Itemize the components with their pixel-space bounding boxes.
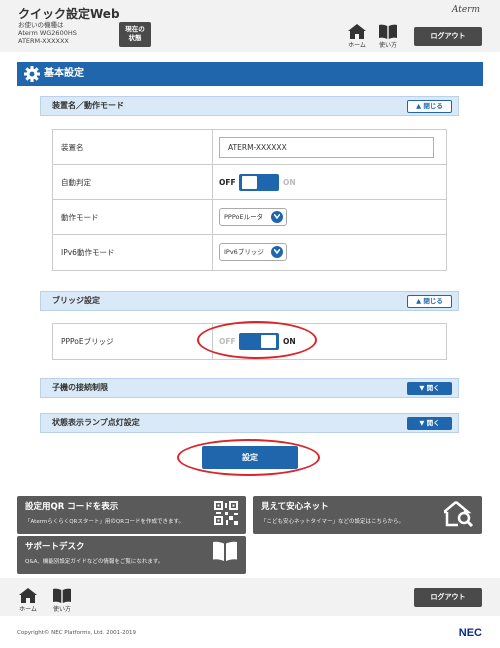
page-title: 基本設定: [44, 68, 84, 79]
qr-code-icon: [214, 501, 238, 525]
section-bridge-title: ブリッジ設定: [52, 296, 100, 305]
section-child-title: 子機の接続制限: [52, 383, 108, 392]
table-row: 自動判定 OFF ON: [53, 165, 446, 200]
highlight-circle: [177, 439, 320, 476]
qr-tile-desc: 「AtermらくらくQRスタート」用のQRコードを作成できます。: [25, 519, 184, 525]
chevron-down-icon: ▼: [419, 419, 425, 427]
auto-detect-on-label: ON: [283, 178, 296, 187]
device-caption: お使いの機種は: [18, 21, 64, 29]
auto-detect-toggle[interactable]: [239, 174, 279, 191]
header: クイック設定Web お使いの機種は Aterm WG2600HS ATERM-X…: [0, 0, 500, 52]
chevron-down-icon: [271, 246, 283, 258]
footer-bar: ホーム 使い方 ログアウト: [0, 578, 500, 616]
operation-mode-select[interactable]: PPPoEルータ: [219, 208, 287, 226]
home-icon: [19, 588, 37, 603]
footer-logout-button[interactable]: ログアウト: [414, 588, 482, 607]
section-lamp-title: 状態表示ランプ点灯設定: [52, 418, 140, 427]
qr-code-tile[interactable]: 設定用QR コードを表示 「AtermらくらくQRスタート」用のQRコードを作成…: [17, 496, 246, 534]
house-search-icon: [444, 501, 474, 527]
table-row: 装置名 ATERM-XXXXXX: [53, 130, 446, 165]
section-lamp: 状態表示ランプ点灯設定 ▼ 開く: [40, 413, 459, 433]
table-row: IPv6動作モード IPv6ブリッジ: [53, 235, 446, 270]
child-open-button[interactable]: ▼ 開く: [407, 382, 452, 395]
section-device-mode: 装置名／動作モード ▲ 閉じる: [40, 96, 459, 116]
operation-mode-label: 動作モード: [53, 200, 213, 234]
chevron-up-icon: ▲: [416, 297, 422, 305]
safe-tile-title: 見えて安心ネット: [261, 502, 329, 512]
book-icon: [53, 588, 71, 603]
bridge-close-button[interactable]: ▲ 閉じる: [407, 295, 452, 308]
copyright: Copyright© NEC Platforms, Ltd. 2001-2019: [17, 630, 137, 636]
support-tile-title: サポートデスク: [25, 542, 85, 552]
nec-logo: NEC: [458, 627, 482, 639]
auto-detect-off-label: OFF: [219, 178, 236, 187]
aterm-logo: Aterm: [451, 5, 480, 15]
ipv6-mode-label: IPv6動作モード: [53, 235, 213, 270]
footer-home-button[interactable]: ホーム: [15, 588, 41, 613]
device-settings-table: 装置名 ATERM-XXXXXX 自動判定 OFF ON 動作モード PPPoE…: [52, 129, 447, 271]
device-name: ATERM-XXXXXX: [18, 37, 69, 45]
safe-tile-desc: 「こども安心ネットタイマー」などの設定はこちらから。: [261, 519, 405, 525]
book-icon: [379, 24, 397, 39]
device-close-button[interactable]: ▲ 閉じる: [407, 100, 452, 113]
lamp-open-button[interactable]: ▼ 開く: [407, 417, 452, 430]
toggle-knob: [242, 176, 257, 189]
device-model: Aterm WG2600HS: [18, 29, 77, 37]
chevron-down-icon: [271, 211, 283, 223]
device-name-label: 装置名: [53, 130, 213, 164]
section-bridge: ブリッジ設定 ▲ 閉じる: [40, 291, 459, 311]
ipv6-mode-select[interactable]: IPv6ブリッジ: [219, 243, 287, 261]
support-desk-tile[interactable]: サポートデスク Q&A、機能別設定ガイドなどの情報をご覧になれます。: [17, 536, 246, 574]
home-icon: [348, 24, 366, 39]
home-button[interactable]: ホーム: [344, 24, 370, 49]
logout-button[interactable]: ログアウト: [414, 27, 482, 46]
chevron-up-icon: ▲: [416, 102, 422, 110]
section-child-limit: 子機の接続制限 ▼ 開く: [40, 378, 459, 398]
table-row: 動作モード PPPoEルータ: [53, 200, 446, 235]
book-icon: [213, 541, 237, 561]
auto-detect-label: 自動判定: [53, 165, 213, 199]
qr-tile-title: 設定用QR コードを表示: [25, 502, 119, 512]
section-device-title: 装置名／動作モード: [52, 101, 124, 110]
current-status-button[interactable]: 現在の 状態: [119, 22, 151, 47]
chevron-down-icon: ▼: [419, 384, 425, 392]
page-title-bar: 基本設定: [17, 62, 483, 86]
gear-icon: [24, 66, 40, 82]
pppoe-bridge-label: PPPoEブリッジ: [53, 324, 213, 359]
footer-howto-button[interactable]: 使い方: [49, 588, 75, 613]
mieteanshin-tile[interactable]: 見えて安心ネット 「こども安心ネットタイマー」などの設定はこちらから。: [253, 496, 482, 534]
support-tile-desc: Q&A、機能別設定ガイドなどの情報をご覧になれます。: [25, 559, 164, 565]
device-name-input[interactable]: ATERM-XXXXXX: [219, 137, 434, 158]
app-title: クイック設定Web: [18, 7, 120, 21]
howto-button[interactable]: 使い方: [375, 24, 401, 49]
highlight-circle: [197, 321, 317, 359]
